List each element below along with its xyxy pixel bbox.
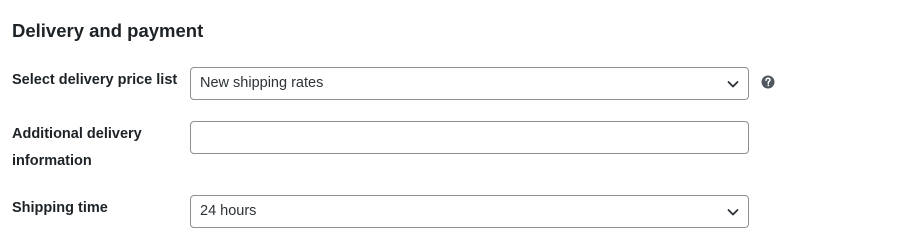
delivery-price-list-value: New shipping rates [200,75,324,91]
additional-delivery-info-label: Additional delivery information [12,126,142,169]
additional-delivery-info-input[interactable] [190,121,749,154]
delivery-price-list-select[interactable]: New shipping rates [190,67,749,100]
chevron-down-icon [727,81,739,88]
shipping-time-value: 24 hours [200,203,257,219]
delivery-price-list-label: Select delivery price list [12,72,178,88]
section-title: Delivery and payment [12,20,204,41]
chevron-down-icon [727,209,739,216]
question-circle-icon[interactable] [761,75,775,89]
shipping-time-select[interactable]: 24 hours [190,195,749,228]
shipping-time-label: Shipping time [12,200,108,216]
